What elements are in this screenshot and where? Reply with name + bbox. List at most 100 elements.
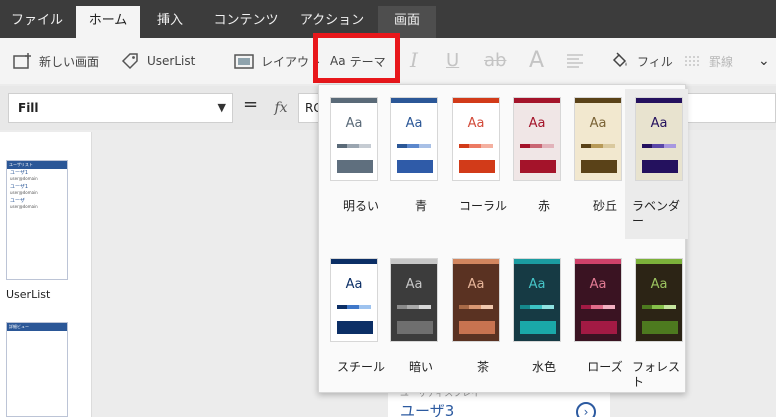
theme-bar (642, 321, 678, 334)
new-screen-label: 新しい画面 (39, 54, 100, 69)
tab-home[interactable]: ホーム (76, 6, 140, 38)
fill-label: フィル (637, 54, 673, 69)
thumb-header: ユーザリスト (7, 161, 67, 169)
theme-bar (397, 321, 433, 334)
theme-strip (359, 305, 371, 309)
canvas-list-item[interactable]: ユーザディスプレイ ユーザ3 › (388, 389, 610, 417)
theme-top-bar (636, 98, 682, 103)
layout-button[interactable]: レイアウト (234, 50, 321, 72)
theme-strip (530, 144, 542, 148)
theme-strip (347, 305, 359, 309)
theme-swatch-5[interactable]: Aa (635, 97, 683, 181)
theme-label-9[interactable]: 水色 (514, 360, 574, 375)
theme-strip (419, 305, 431, 309)
tab-content[interactable]: コンテンツ (210, 6, 282, 38)
theme-aa-text: Aa (589, 277, 607, 292)
chevron-right-icon[interactable]: › (576, 402, 596, 417)
theme-bar (581, 321, 617, 334)
theme-swatch-3[interactable]: Aa (513, 97, 561, 181)
userlist-button[interactable]: UserList (120, 50, 195, 72)
theme-strip (642, 305, 652, 309)
theme-swatch-11[interactable]: Aa (635, 258, 683, 342)
theme-swatch-6[interactable]: Aa (330, 258, 378, 342)
theme-strip (481, 144, 493, 148)
screen-thumbnail-detail[interactable]: 詳細ビュー (6, 322, 68, 417)
theme-bar (520, 321, 556, 334)
theme-label-11[interactable]: フォレスト (632, 360, 688, 390)
theme-aa-text: Aa (405, 277, 423, 292)
theme-label-10[interactable]: ローズ (575, 360, 635, 375)
theme-label-5[interactable]: ラベンダー (632, 199, 688, 229)
theme-strip (664, 144, 676, 148)
theme-label-8[interactable]: 茶 (453, 360, 513, 375)
theme-aa-text: Aa (345, 116, 363, 131)
fx-icon[interactable]: fx (266, 93, 296, 123)
theme-strip (591, 305, 603, 309)
thumb-item: ユーザ user@domain (10, 198, 38, 210)
theme-swatch-0[interactable]: Aa (330, 97, 378, 181)
theme-bar (581, 160, 617, 173)
theme-strip (603, 144, 615, 148)
theme-strip (591, 144, 603, 148)
theme-bar (337, 321, 373, 334)
tab-insert[interactable]: 挿入 (146, 6, 194, 38)
theme-strip (542, 144, 554, 148)
theme-strip (469, 305, 481, 309)
theme-strip (407, 144, 419, 148)
theme-top-bar (575, 259, 621, 264)
fill-button[interactable]: フィル (610, 50, 673, 72)
screen-thumbnails-panel: ユーザリスト ユーザ1 user@domain ユーザ1 user@domain ユ… (0, 132, 92, 417)
theme-aa-text: Aa (405, 116, 423, 131)
theme-highlight-box (313, 33, 400, 83)
screen-thumbnail-userlist[interactable]: ユーザリスト ユーザ1 user@domain ユーザ1 user@domain ユ… (6, 160, 68, 280)
theme-dropdown: Aa 明るい Aa 青 Aa コーラル Aa 赤 Aa 砂丘 Aa ラベンダー Aa スチール Aa 暗い Aa… (318, 84, 688, 393)
theme-swatch-8[interactable]: Aa (452, 258, 500, 342)
userlist-label: UserList (147, 54, 196, 68)
border-button[interactable]: 罫線 (684, 50, 733, 72)
underline-icon[interactable]: U (446, 46, 459, 74)
align-icon[interactable] (566, 46, 584, 74)
chevron-down-icon: ▼ (217, 101, 226, 114)
strikethrough-icon[interactable]: ab (484, 46, 506, 74)
theme-strip (337, 144, 347, 148)
theme-label-3[interactable]: 赤 (514, 199, 574, 214)
theme-aa-text: Aa (589, 116, 607, 131)
theme-swatch-10[interactable]: Aa (574, 258, 622, 342)
theme-bar (459, 160, 495, 173)
theme-label-7[interactable]: 暗い (391, 360, 451, 375)
theme-label-2[interactable]: コーラル (453, 199, 513, 214)
theme-swatch-7[interactable]: Aa (390, 258, 438, 342)
theme-strip (652, 144, 664, 148)
theme-strip (652, 305, 664, 309)
property-selector[interactable]: Fill ▼ (8, 93, 233, 123)
more-chevron-icon[interactable]: ⌄ (758, 50, 770, 72)
theme-strip (520, 305, 530, 309)
theme-swatch-9[interactable]: Aa (513, 258, 561, 342)
new-screen-button[interactable]: 新しい画面 (12, 50, 99, 72)
theme-label-1[interactable]: 青 (391, 199, 451, 214)
theme-bar (642, 160, 678, 173)
theme-strip (581, 144, 591, 148)
thumb-item: ユーザ1 user@domain (10, 170, 38, 182)
theme-top-bar (453, 98, 499, 103)
theme-strip (642, 144, 652, 148)
theme-aa-text: Aa (650, 116, 668, 131)
theme-bar (520, 160, 556, 173)
tab-file[interactable]: ファイル (8, 6, 66, 38)
theme-swatch-1[interactable]: Aa (390, 97, 438, 181)
theme-top-bar (331, 98, 377, 103)
theme-bar (459, 321, 495, 334)
theme-label-0[interactable]: 明るい (331, 199, 391, 214)
theme-label-6[interactable]: スチール (331, 360, 391, 375)
theme-top-bar (636, 259, 682, 264)
theme-strip (603, 305, 615, 309)
font-size-icon[interactable]: A (529, 46, 544, 74)
theme-strip (459, 144, 469, 148)
property-value: Fill (18, 101, 39, 115)
tag-icon (120, 52, 140, 70)
thumb-item: ユーザ1 user@domain (10, 184, 38, 196)
theme-swatch-4[interactable]: Aa (574, 97, 622, 181)
italic-icon[interactable]: I (410, 46, 418, 74)
theme-swatch-2[interactable]: Aa (452, 97, 500, 181)
paint-bucket-icon (610, 52, 630, 70)
